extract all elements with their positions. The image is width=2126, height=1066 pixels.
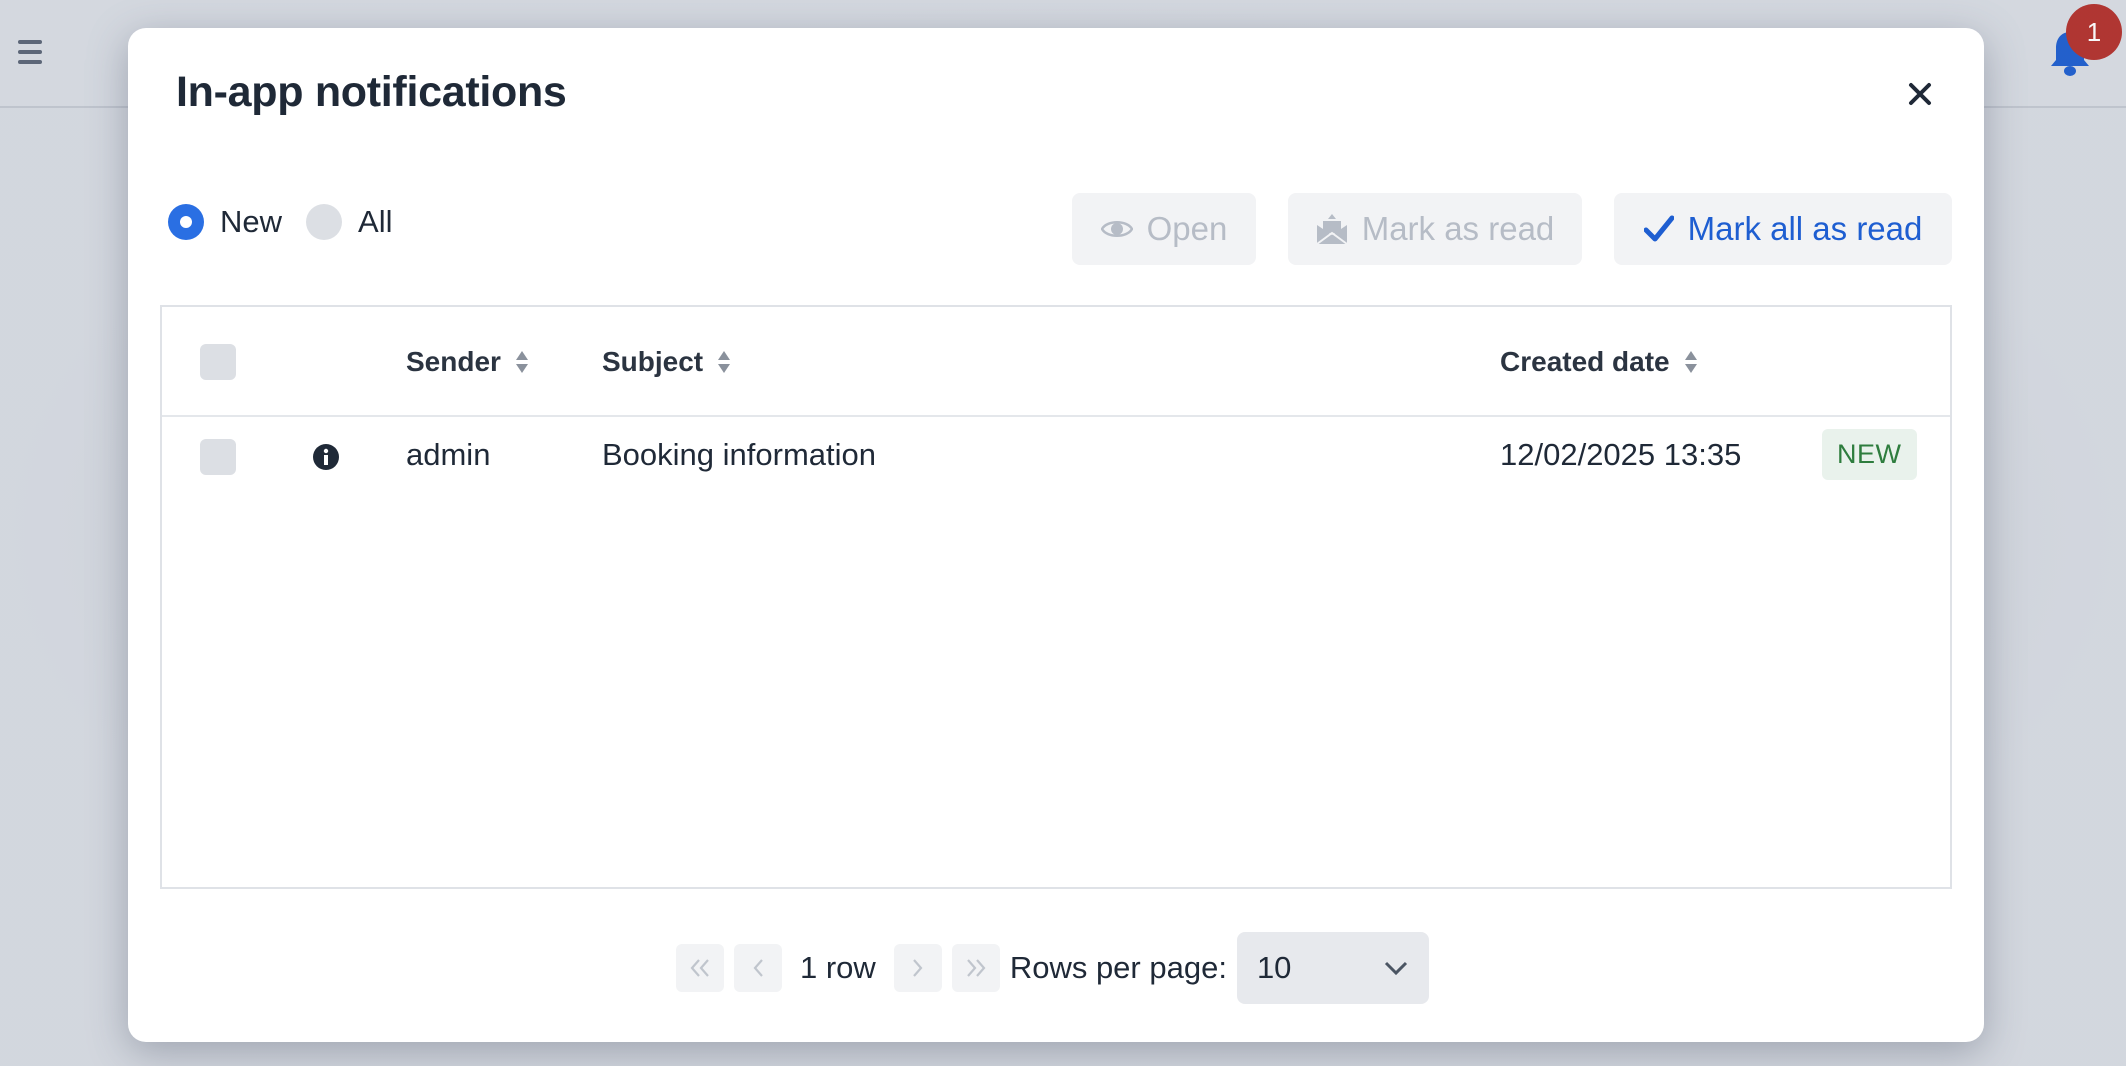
close-icon — [1909, 83, 1931, 105]
first-page-button[interactable] — [676, 944, 724, 992]
chevron-right-icon — [912, 959, 923, 977]
sort-icon[interactable] — [717, 350, 731, 374]
rows-per-page-select[interactable]: 10 — [1236, 932, 1429, 1004]
row-count: 1 row — [800, 950, 876, 985]
next-page-button[interactable] — [893, 944, 942, 992]
column-created-date[interactable]: Created date — [1500, 339, 1698, 385]
modal-title: In-app notifications — [176, 68, 567, 116]
menu-icon[interactable] — [18, 38, 42, 66]
table-row[interactable]: admin Booking information 12/02/2025 13:… — [162, 419, 1950, 495]
filter-new-label: New — [220, 204, 283, 239]
filter-radio-group: New All — [168, 204, 416, 240]
notifications-modal: In-app notifications New All Open Mark a… — [128, 28, 1984, 1042]
column-subject-label: Subject — [602, 346, 704, 377]
chevrons-right-icon — [966, 959, 986, 977]
chevron-left-icon — [753, 959, 763, 977]
filter-all-label: All — [358, 204, 393, 239]
sort-icon[interactable] — [515, 350, 529, 374]
rows-per-page-label: Rows per page: — [1009, 950, 1227, 985]
mark-as-read-label: Mark as read — [1361, 210, 1555, 247]
notification-count-badge: 1 — [2066, 4, 2122, 60]
column-subject[interactable]: Subject — [602, 339, 731, 385]
mark-all-as-read-label: Mark all as read — [1687, 210, 1923, 247]
open-button-label: Open — [1146, 210, 1228, 247]
last-page-button[interactable] — [951, 944, 1000, 992]
row-sender: admin — [406, 437, 491, 472]
close-button[interactable] — [1900, 74, 1940, 114]
sort-icon[interactable] — [1684, 350, 1698, 374]
envelope-open-icon — [1316, 213, 1348, 245]
pagination: 1 row Rows per page: 10 — [676, 932, 1429, 1004]
mark-all-as-read-button[interactable]: Mark all as read — [1614, 193, 1952, 265]
chevrons-left-icon — [690, 959, 709, 977]
mark-as-read-button[interactable]: Mark as read — [1288, 193, 1582, 265]
notifications-table: Sender Subject Created date admin Bookin… — [160, 305, 1952, 889]
check-icon — [1643, 215, 1674, 243]
info-icon — [312, 443, 340, 471]
radio-checked-indicator[interactable] — [168, 204, 204, 240]
previous-page-button[interactable] — [734, 944, 782, 992]
select-all-checkbox[interactable] — [200, 344, 236, 380]
chevron-down-icon — [1384, 961, 1407, 976]
rows-per-page-value: 10 — [1256, 950, 1292, 985]
row-subject: Booking information — [602, 437, 876, 472]
open-button[interactable]: Open — [1072, 193, 1256, 265]
filter-all-radio[interactable]: All — [306, 204, 392, 240]
row-created-date: 12/02/2025 13:35 — [1500, 437, 1742, 472]
column-created-date-label: Created date — [1500, 346, 1670, 377]
eye-icon — [1100, 218, 1133, 240]
column-sender[interactable]: Sender — [406, 339, 529, 385]
status-badge: NEW — [1822, 429, 1917, 480]
row-checkbox[interactable] — [200, 439, 236, 475]
column-sender-label: Sender — [406, 346, 501, 377]
table-header: Sender Subject Created date — [162, 307, 1950, 417]
filter-new-radio[interactable]: New — [168, 204, 282, 240]
radio-unchecked-indicator[interactable] — [306, 204, 343, 240]
